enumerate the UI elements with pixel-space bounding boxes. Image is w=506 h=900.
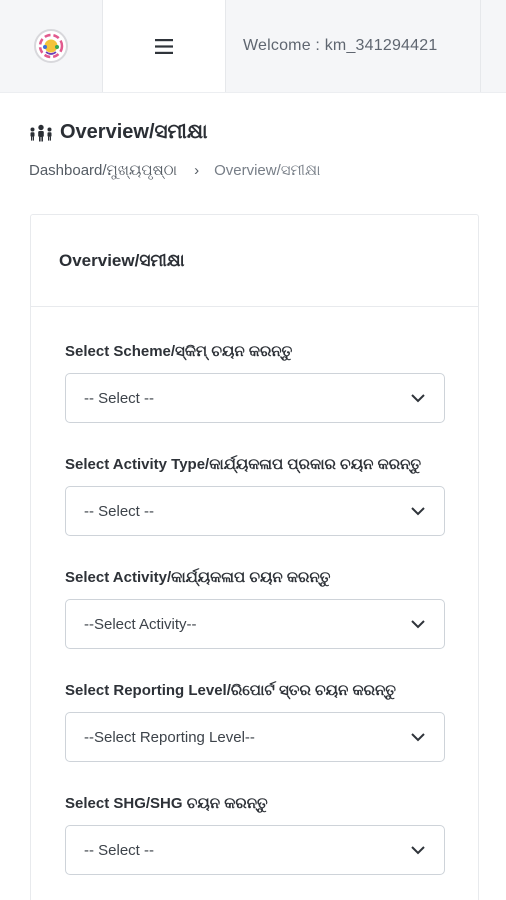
shg-select[interactable]: -- Select --	[65, 825, 445, 875]
chevron-down-icon	[411, 393, 425, 402]
activity-type-select[interactable]: -- Select --	[65, 486, 445, 536]
app-logo-icon[interactable]	[33, 28, 69, 64]
chevron-down-icon	[411, 619, 425, 628]
welcome-text: Welcome : km_341294421	[243, 37, 438, 54]
activity-type-label: Select Activity Type/କାର୍ଯ୍ୟକଳାପ ପ୍ରକାର …	[65, 456, 422, 473]
chevron-down-icon	[411, 845, 425, 854]
scheme-select-value: -- Select --	[84, 389, 155, 407]
page-title: Overview/ସମୀକ୍ଷା	[29, 121, 208, 144]
breadcrumb: Dashboard/ମୁଖ୍ୟପୃଷ୍ଠା › Overview/ସମୀକ୍ଷା	[29, 162, 321, 179]
card-title: Overview/ସମୀକ୍ଷା	[59, 250, 185, 270]
scheme-field: Select Scheme/ସ୍କିମ୍ ଚୟନ କରନ୍ତୁ -- Selec…	[65, 343, 445, 423]
reporting-level-field: Select Reporting Level/ରିପୋର୍ଟ ସ୍ତର ଚୟନ …	[65, 682, 445, 762]
shg-field: Select SHG/SHG ଚୟନ କରନ୍ତୁ -- Select --	[65, 795, 445, 875]
breadcrumb-current: Overview/ସମୀକ୍ଷା	[214, 162, 321, 179]
breadcrumb-separator: ›	[194, 162, 200, 179]
logo-container[interactable]	[0, 0, 103, 92]
card-header: Overview/ସମୀକ୍ଷା	[31, 215, 478, 307]
activity-type-field: Select Activity Type/କାର୍ଯ୍ୟକଳାପ ପ୍ରକାର …	[65, 456, 445, 536]
page-title-text: Overview/ସମୀକ୍ଷା	[60, 121, 208, 143]
welcome-area: Welcome : km_341294421	[226, 0, 481, 92]
activity-type-select-value: -- Select --	[84, 502, 155, 520]
people-group-icon	[30, 124, 52, 141]
hamburger-menu-icon[interactable]	[155, 38, 173, 54]
reporting-level-label: Select Reporting Level/ରିପୋର୍ଟ ସ୍ତର ଚୟନ …	[65, 682, 397, 699]
shg-label: Select SHG/SHG ଚୟନ କରନ୍ତୁ	[65, 795, 268, 812]
activity-select[interactable]: --Select Activity--	[65, 599, 445, 649]
reporting-level-select-value: --Select Reporting Level--	[84, 728, 255, 746]
activity-field: Select Activity/କାର୍ଯ୍ୟକଳାପ ଚୟନ କରନ୍ତୁ -…	[65, 569, 445, 649]
hamburger-menu-button[interactable]	[103, 0, 226, 92]
breadcrumb-home-link[interactable]: Dashboard/ମୁଖ୍ୟପୃଷ୍ଠା	[29, 162, 177, 179]
scheme-label: Select Scheme/ସ୍କିମ୍ ଚୟନ କରନ୍ତୁ	[65, 343, 293, 360]
chevron-down-icon	[411, 732, 425, 741]
chevron-down-icon	[411, 506, 425, 515]
reporting-level-select[interactable]: --Select Reporting Level--	[65, 712, 445, 762]
scheme-select[interactable]: -- Select --	[65, 373, 445, 423]
shg-select-value: -- Select --	[84, 841, 155, 859]
activity-select-value: --Select Activity--	[84, 615, 197, 633]
topbar-filler	[481, 0, 506, 92]
overview-card: Overview/ସମୀକ୍ଷା Select Scheme/ସ୍କିମ୍ ଚୟ…	[30, 214, 479, 900]
activity-label: Select Activity/କାର୍ଯ୍ୟକଳାପ ଚୟନ କରନ୍ତୁ	[65, 569, 331, 586]
top-bar: Welcome : km_341294421	[0, 0, 506, 93]
